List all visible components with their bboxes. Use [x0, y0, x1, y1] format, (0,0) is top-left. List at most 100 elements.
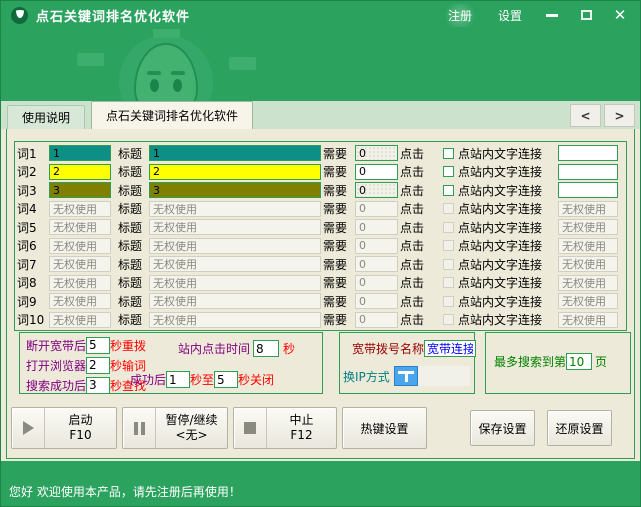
search-success-seconds-input[interactable] [86, 377, 110, 394]
max-page-input[interactable] [566, 353, 592, 370]
word-index-label: 词3 [17, 182, 47, 199]
start-button[interactable]: 启动 F10 [11, 407, 117, 449]
click-label: 点击 [400, 182, 438, 199]
keyword-rows-panel: 词1 标题 需要 点击 点站内文字连接 词2 标题 需要 点击 点站内文字连接 … [14, 141, 627, 331]
title-label: 标题 [118, 200, 142, 217]
site-link-checkbox[interactable] [443, 166, 454, 177]
minimize-button[interactable] [542, 6, 562, 24]
settings-button[interactable]: 设置 [492, 4, 528, 27]
register-button[interactable]: 注册 [442, 4, 478, 27]
save-settings-button[interactable]: 保存设置 [470, 410, 535, 446]
pause-resume-button[interactable]: 暂停/继续 <无> [122, 407, 228, 449]
max-page-label: 最多搜索到第 [494, 353, 566, 370]
dialup-modem-icon[interactable] [394, 366, 418, 386]
pause-button-label: 暂停/继续 [165, 413, 217, 428]
title-input [149, 219, 321, 235]
site-link-label: 点站内文字连接 [458, 274, 556, 291]
keyword-input[interactable] [49, 164, 111, 180]
site-link-checkbox[interactable] [443, 148, 454, 159]
keyword-row: 词1 标题 需要 点击 点站内文字连接 [17, 144, 624, 163]
site-link-checkbox [443, 296, 454, 307]
main-tab-page: 词1 标题 需要 点击 点站内文字连接 词2 标题 需要 点击 点站内文字连接 … [1, 129, 640, 461]
close-after-to-input[interactable] [214, 371, 238, 388]
site-link-label: 点站内文字连接 [458, 219, 556, 236]
tab-scroll-left-button[interactable]: < [570, 104, 601, 127]
status-message: 您好 欢迎使用本产品，请先注册后再使用！ [9, 483, 241, 500]
site-link-input[interactable] [558, 182, 618, 198]
maximize-icon [581, 10, 592, 20]
site-click-time-label: 站内点击时间 [178, 340, 250, 357]
need-count-input [355, 275, 398, 291]
keyword-row: 词4 标题 需要 点击 点站内文字连接 [17, 200, 624, 219]
close-after-suffix: 秒关闭 [238, 371, 274, 388]
need-label: 需要 [323, 311, 353, 328]
stop-icon [244, 422, 256, 434]
tab-main-software[interactable]: 点石关键词排名优化软件 [91, 101, 253, 129]
site-link-label: 点站内文字连接 [458, 237, 556, 254]
click-label: 点击 [400, 200, 438, 217]
max-page-suffix: 页 [595, 353, 607, 370]
stop-button[interactable]: 中止 F12 [233, 407, 337, 449]
site-link-checkbox [443, 222, 454, 233]
keyword-input[interactable] [49, 145, 111, 161]
site-click-seconds-input[interactable] [253, 340, 279, 357]
open-browser-seconds-input[interactable] [86, 357, 110, 374]
chevron-right-icon: > [614, 109, 624, 123]
site-link-input[interactable] [558, 164, 618, 180]
site-link-checkbox [443, 277, 454, 288]
tab-usage-guide[interactable]: 使用说明 [7, 105, 85, 129]
title-input[interactable] [149, 182, 321, 198]
keyword-input[interactable] [49, 182, 111, 198]
window-title: 点石关键词排名优化软件 [36, 6, 190, 25]
site-link-label: 点站内文字连接 [458, 256, 556, 273]
need-count-input [355, 219, 398, 235]
site-click-suffix: 秒 [283, 340, 295, 357]
keyword-row: 词10 标题 需要 点击 点站内文字连接 [17, 311, 624, 330]
click-label: 点击 [400, 237, 438, 254]
minimize-icon [546, 14, 558, 17]
site-link-input[interactable] [558, 145, 618, 161]
hotkey-settings-button[interactable]: 热键设置 [342, 407, 427, 449]
dial-name-input[interactable] [424, 340, 476, 357]
disconnect-label: 断开宽带后 [26, 337, 86, 354]
status-bar: 您好 欢迎使用本产品，请先注册后再使用！ [1, 459, 640, 506]
change-ip-dropdown[interactable] [418, 366, 470, 386]
keyword-input [49, 238, 111, 254]
site-link-checkbox [443, 240, 454, 251]
click-label: 点击 [400, 311, 438, 328]
tab-scroll-right-button[interactable]: > [604, 104, 635, 127]
word-index-label: 词9 [17, 293, 47, 310]
restore-settings-button[interactable]: 还原设置 [547, 410, 612, 446]
site-link-checkbox[interactable] [443, 185, 454, 196]
play-icon [23, 421, 34, 435]
close-after-mid-label: 秒至 [190, 371, 214, 388]
search-depth-group: 最多搜索到第 页 [485, 332, 631, 394]
site-link-input [558, 238, 618, 254]
mascot-watermark-logo [71, 29, 261, 101]
click-label: 点击 [400, 163, 438, 180]
title-input[interactable] [149, 145, 321, 161]
need-label: 需要 [323, 293, 353, 310]
site-link-input [558, 275, 618, 291]
disconnect-seconds-input[interactable] [86, 337, 110, 354]
title-input [149, 256, 321, 272]
close-after-from-input[interactable] [166, 371, 190, 388]
open-browser-label: 打开浏览器 [26, 357, 86, 374]
need-count-input[interactable] [355, 145, 398, 161]
keyword-row: 词6 标题 需要 点击 点站内文字连接 [17, 237, 624, 256]
site-link-label: 点站内文字连接 [458, 182, 556, 199]
title-input[interactable] [149, 164, 321, 180]
close-button[interactable]: ✕ [610, 6, 630, 24]
close-after-label: 成功后 [130, 371, 166, 388]
start-button-label: 启动 [68, 413, 92, 428]
need-count-input[interactable] [355, 164, 398, 180]
site-link-label: 点站内文字连接 [458, 200, 556, 217]
maximize-button[interactable] [576, 6, 596, 24]
title-bar: 点石关键词排名优化软件 注册 设置 ✕ [1, 1, 640, 29]
word-index-label: 词7 [17, 256, 47, 273]
chevron-left-icon: < [580, 109, 590, 123]
title-label: 标题 [118, 311, 142, 328]
need-label: 需要 [323, 163, 353, 180]
word-index-label: 词10 [17, 311, 47, 328]
need-count-input[interactable] [355, 182, 398, 198]
